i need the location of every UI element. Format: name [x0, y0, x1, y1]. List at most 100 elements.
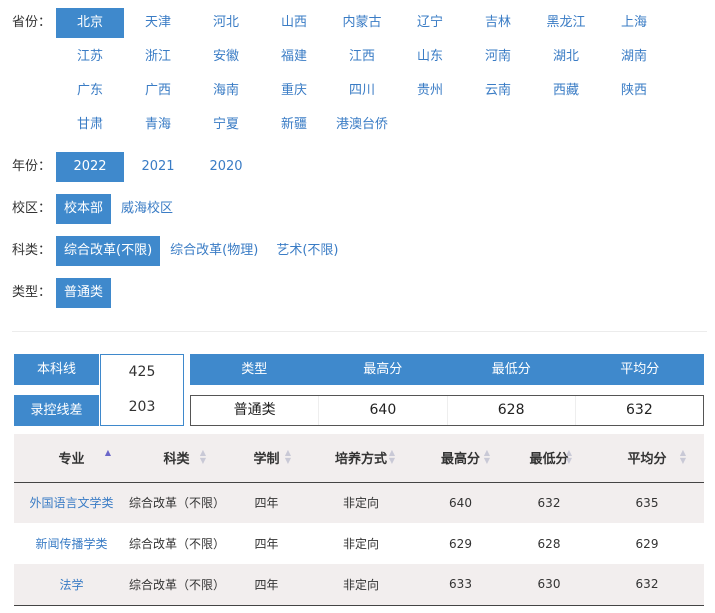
table-cell-category: 综合改革（不限） [129, 523, 225, 564]
province-option[interactable]: 海南 [192, 76, 260, 106]
province-option[interactable]: 西藏 [532, 76, 600, 106]
table-body: 外国语言文学类 综合改革（不限） 四年 非定向 640 632 635 新闻传播学类 综合改革（… [14, 482, 704, 606]
category-option[interactable]: 综合改革(物理) [162, 236, 266, 266]
campus-option[interactable]: 校本部 [56, 194, 112, 224]
province-option[interactable]: 港澳台侨 [328, 110, 396, 140]
province-option[interactable]: 辽宁 [396, 8, 464, 38]
major-link[interactable]: 外国语言文学类 [14, 482, 129, 523]
province-option[interactable]: 上海 [600, 8, 668, 38]
type-filter: 类型： 普通类 [12, 278, 696, 308]
table-cell-avg-score: 632 [590, 564, 704, 606]
province-option[interactable]: 吉林 [464, 8, 532, 38]
province-option[interactable]: 湖南 [600, 42, 668, 72]
province-filter: 省份： 北京 天津 河北 山西 内蒙古 辽宁 吉林 黑龙江 上海江苏 浙江 安徽 福建 江西 山东 河南 湖北… [12, 8, 696, 144]
province-option[interactable]: 河南 [464, 42, 532, 72]
sort-icon[interactable]: ▲ ▼ [200, 449, 206, 465]
year-filter: 年份： 2022 2021 2020 [12, 152, 696, 182]
province-option[interactable]: 河北 [192, 8, 260, 38]
campus-options: 校本部 威海校区 [56, 194, 696, 224]
province-option[interactable]: 内蒙古 [328, 8, 396, 38]
type-label: 类型： [12, 285, 52, 300]
table-cell-min-score: 632 [508, 482, 590, 523]
column-header-avg-score[interactable]: 平均分 ▲ ▼ [590, 434, 704, 483]
column-header-label: 最高分 [440, 452, 480, 468]
table-cell-max-score: 640 [413, 482, 508, 523]
province-options: 北京 天津 河北 山西 内蒙古 辽宁 吉林 黑龙江 上海江苏 浙江 安徽 福建 江西 山东 河南 湖北 湖南广东… [56, 8, 696, 144]
table-cell-avg-score: 635 [590, 482, 704, 523]
major-link[interactable]: 法学 [14, 564, 129, 606]
benke-line-label: 本科线 [14, 354, 99, 385]
type-option[interactable]: 普通类 [56, 278, 112, 308]
province-option[interactable]: 山西 [260, 8, 328, 38]
year-option[interactable]: 2022 [56, 152, 124, 182]
campus-label: 校区： [12, 201, 52, 216]
province-option[interactable]: 江西 [328, 42, 396, 72]
table-cell-duration: 四年 [224, 564, 309, 606]
province-option[interactable]: 陕西 [600, 76, 668, 106]
sort-asc-icon: ▲ [104, 448, 111, 457]
column-header-label: 专业 [58, 452, 85, 468]
column-header-training-mode[interactable]: 培养方式 ▲ ▼ [309, 434, 413, 483]
province-option[interactable]: 新疆 [260, 110, 328, 140]
table-cell-training-mode: 非定向 [309, 564, 413, 606]
province-option[interactable]: 北京 [56, 8, 124, 38]
table-cell-category: 综合改革（不限） [129, 564, 225, 606]
table-cell-duration: 四年 [224, 523, 309, 564]
province-option[interactable]: 天津 [124, 8, 192, 38]
sort-desc-icon: ▼ [483, 456, 490, 465]
sort-icon[interactable]: ▲ ▼ [285, 449, 291, 465]
sort-desc-icon: ▼ [388, 456, 395, 465]
column-header-max-score[interactable]: 最高分 ▲ ▼ [413, 434, 508, 483]
sort-desc-icon: ▼ [284, 456, 291, 465]
table-cell-training-mode: 非定向 [309, 482, 413, 523]
province-option[interactable]: 福建 [260, 42, 328, 72]
column-header-major[interactable]: 专业 ▲ [14, 434, 129, 483]
province-option[interactable]: 安徽 [192, 42, 260, 72]
table-row: 外国语言文学类 综合改革（不限） 四年 非定向 640 632 635 [14, 482, 704, 523]
column-header-label: 科类 [163, 452, 190, 468]
column-header-duration[interactable]: 学制 ▲ ▼ [224, 434, 309, 483]
province-option[interactable]: 甘肃 [56, 110, 124, 140]
province-option[interactable]: 广西 [124, 76, 192, 106]
sort-icon[interactable]: ▲ ▼ [566, 449, 572, 465]
table-header-row: 专业 ▲ 科类 ▲ ▼ 学制 ▲ ▼ 培养方式 ▲ ▼ 最高分 ▲ ▼ 最低分 ▲ ▼ 平均分 ▲ ▼ [14, 434, 704, 483]
stat-cell: 640 [319, 396, 448, 425]
province-option[interactable]: 贵州 [396, 76, 464, 106]
province-option[interactable]: 浙江 [124, 42, 192, 72]
category-option[interactable]: 综合改革(不限) [56, 236, 161, 266]
sort-desc-icon: ▼ [679, 456, 686, 465]
province-option[interactable]: 江苏 [56, 42, 124, 72]
stat-header: 类型 最高分 最低分 平均分 [190, 354, 704, 385]
control-diff-value: 203 [128, 399, 156, 415]
major-link[interactable]: 新闻传播学类 [14, 523, 129, 564]
province-option[interactable]: 重庆 [260, 76, 328, 106]
campus-option[interactable]: 威海校区 [113, 194, 181, 224]
province-option[interactable]: 湖北 [532, 42, 600, 72]
province-option[interactable]: 广东 [56, 76, 124, 106]
year-option[interactable]: 2021 [124, 152, 192, 182]
stat-cell: 普通类 [191, 396, 320, 425]
table-cell-duration: 四年 [224, 482, 309, 523]
table-cell-category: 综合改革（不限） [129, 482, 225, 523]
province-label: 省份： [12, 15, 52, 30]
province-option[interactable]: 四川 [328, 76, 396, 106]
province-option[interactable]: 云南 [464, 76, 532, 106]
sort-icon[interactable]: ▲ ▼ [484, 449, 490, 465]
province-option[interactable]: 宁夏 [192, 110, 260, 140]
sort-icon[interactable]: ▲ [105, 449, 111, 457]
province-option[interactable]: 黑龙江 [532, 8, 600, 38]
column-header-label: 学制 [253, 452, 280, 468]
table-cell-max-score: 633 [413, 564, 508, 606]
table-row: 新闻传播学类 综合改革（不限） 四年 非定向 629 628 629 [14, 523, 704, 564]
stat-cell: 632 [626, 402, 653, 418]
sort-icon[interactable]: ▲ ▼ [680, 449, 686, 465]
year-option[interactable]: 2020 [192, 152, 260, 182]
stat-row: 普通类 640 628 632 [190, 395, 704, 426]
column-header-label: 最低分 [529, 452, 569, 468]
sort-icon[interactable]: ▲ ▼ [389, 449, 395, 465]
category-option[interactable]: 艺术(不限) [268, 236, 346, 266]
province-option[interactable]: 山东 [396, 42, 464, 72]
province-option[interactable]: 青海 [124, 110, 192, 140]
column-header-category[interactable]: 科类 ▲ ▼ [129, 434, 224, 483]
column-header-min-score[interactable]: 最低分 ▲ ▼ [508, 434, 590, 483]
